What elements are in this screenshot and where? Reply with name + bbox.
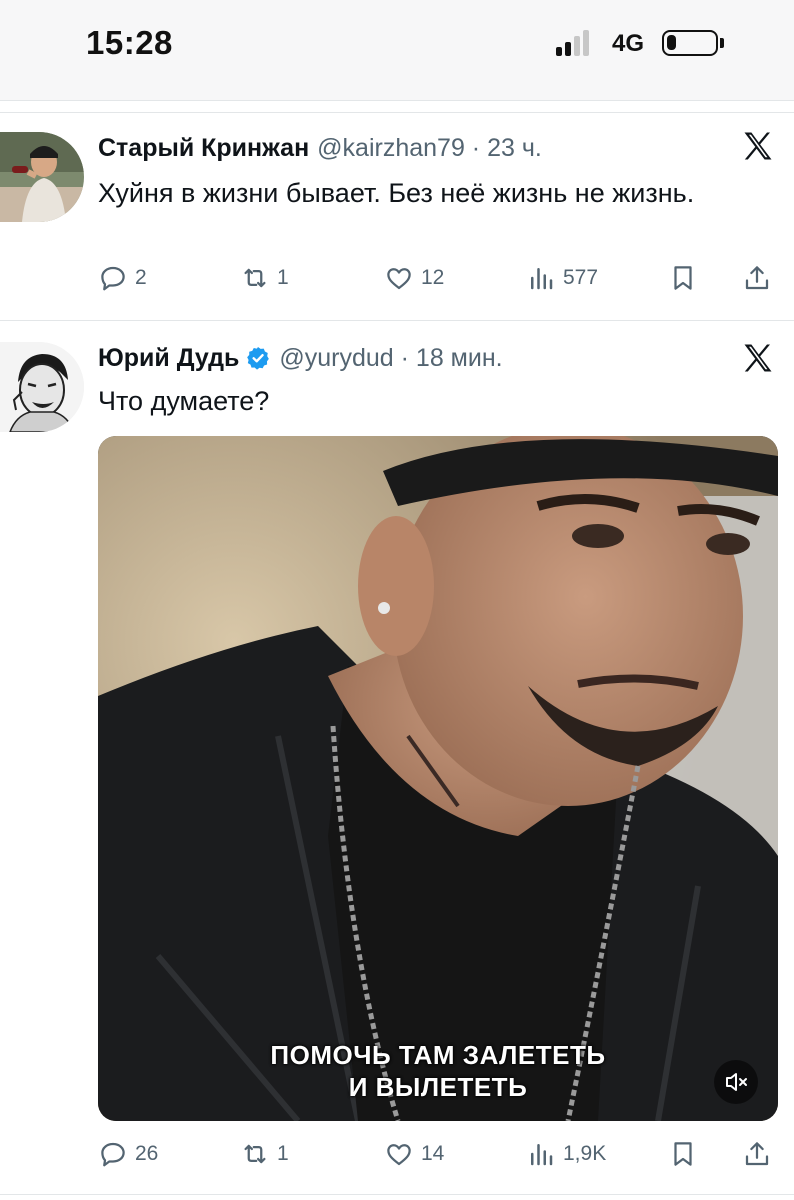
reply-icon: [101, 1142, 125, 1167]
reply-button[interactable]: 2: [98, 258, 147, 298]
retweet-count: 1: [277, 266, 289, 289]
avatar[interactable]: [0, 342, 84, 432]
author-name[interactable]: Старый Кринжан: [98, 134, 309, 163]
like-button[interactable]: 12: [384, 258, 444, 298]
retweet-button[interactable]: 1: [240, 1134, 289, 1174]
video-caption-line-2: И ВЫЛЕТЕТЬ: [348, 1072, 528, 1102]
video-frame: [98, 436, 778, 1121]
retweet-button[interactable]: 1: [240, 258, 289, 298]
retweet-icon: [244, 1144, 266, 1164]
status-bar: 15:28 4G: [0, 0, 794, 100]
views-icon: [531, 268, 553, 290]
share-icon: [745, 1142, 769, 1166]
tweet[interactable]: Старый Кринжан @kairzhan79 · 23 ч. Хуйня…: [0, 112, 794, 320]
divider: [0, 1194, 794, 1195]
views-button[interactable]: 577: [526, 258, 598, 298]
tweet-text: Хуйня в жизни бывает. Без неё жизнь не ж…: [98, 178, 695, 208]
mute-icon: [726, 1073, 747, 1091]
divider: [0, 100, 794, 101]
x-logo-icon: [744, 344, 772, 372]
x-logo-icon: [744, 132, 772, 160]
battery-icon: [662, 30, 718, 56]
reply-count: 2: [135, 266, 147, 289]
retweet-icon: [244, 268, 266, 288]
views-count: 577: [563, 266, 599, 289]
share-icon: [745, 266, 769, 290]
like-icon: [387, 268, 411, 290]
tweet-actions: 26 1 14 1,9K: [0, 1134, 794, 1174]
bookmark-icon: [674, 266, 692, 290]
author-handle[interactable]: @yurydud · 18 мин.: [279, 344, 502, 373]
bookmark-icon: [674, 1142, 692, 1166]
tweet-actions: 2 1 12 577: [0, 258, 794, 298]
reply-count: 26: [135, 1142, 159, 1165]
views-icon: [531, 1144, 553, 1166]
video-caption-line-1: ПОМОЧЬ ТАМ ЗАЛЕТЕТЬ: [270, 1040, 606, 1070]
mute-button[interactable]: [714, 1060, 758, 1104]
tweet-text: Что думаете?: [98, 386, 270, 416]
verified-badge-icon: [247, 346, 270, 370]
bookmark-button[interactable]: [668, 258, 698, 298]
video-player[interactable]: ПОМОЧЬ ТАМ ЗАЛЕТЕТЬ И ВЫЛЕТЕТЬ: [98, 436, 778, 1121]
like-count: 12: [421, 266, 445, 289]
share-button[interactable]: [742, 1134, 772, 1174]
like-count: 14: [421, 1142, 445, 1165]
signal-strength-icon: [556, 30, 600, 58]
views-count: 1,9K: [563, 1142, 607, 1165]
like-button[interactable]: 14: [384, 1134, 444, 1174]
author-name[interactable]: Юрий Дудь: [98, 344, 239, 373]
bookmark-button[interactable]: [668, 1134, 698, 1174]
network-type: 4G: [612, 30, 645, 57]
author-handle[interactable]: @kairzhan79 · 23 ч.: [317, 134, 542, 163]
reply-button[interactable]: 26: [98, 1134, 158, 1174]
avatar[interactable]: [0, 132, 84, 222]
share-button[interactable]: [742, 258, 772, 298]
status-time: 15:28: [86, 24, 173, 61]
views-button[interactable]: 1,9K: [526, 1134, 606, 1174]
retweet-count: 1: [277, 1142, 289, 1165]
reply-icon: [101, 266, 125, 291]
like-icon: [387, 1144, 411, 1166]
